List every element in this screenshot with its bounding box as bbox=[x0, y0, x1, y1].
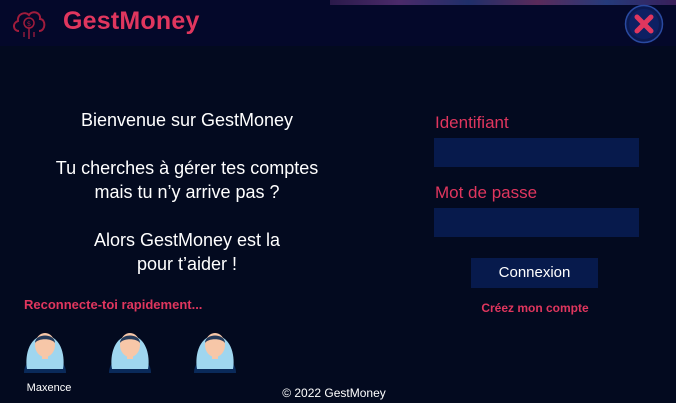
user-avatar-icon[interactable] bbox=[107, 327, 153, 375]
identifiant-label: Identifiant bbox=[435, 113, 509, 132]
welcome-line-4: Alors GestMoney est la bbox=[93, 230, 281, 250]
password-input[interactable] bbox=[434, 208, 639, 237]
connexion-button[interactable]: Connexion bbox=[471, 258, 598, 288]
user-avatar-icon[interactable] bbox=[22, 327, 68, 375]
identifiant-input[interactable] bbox=[434, 138, 639, 167]
close-x-icon bbox=[624, 4, 664, 44]
welcome-line-3: mais tu n’y arrive pas ? bbox=[94, 182, 280, 202]
money-cloud-icon: $ bbox=[10, 6, 48, 42]
create-account-link[interactable]: Créez mon compte bbox=[435, 301, 635, 315]
user-avatar-icon[interactable] bbox=[192, 327, 238, 375]
welcome-text: Bienvenue sur GestMoney Tu cherches à gé… bbox=[0, 108, 374, 276]
svg-text:$: $ bbox=[27, 20, 31, 28]
welcome-line-5: pour t’aider ! bbox=[136, 254, 238, 274]
password-label: Mot de passe bbox=[435, 183, 538, 202]
title-bar: $ GestMoney bbox=[0, 0, 676, 46]
close-button[interactable] bbox=[624, 4, 664, 44]
app-title: GestMoney bbox=[63, 7, 200, 35]
welcome-line-2: Tu cherches à gérer tes comptes bbox=[55, 158, 319, 178]
quick-reconnect-label: Reconnecte-toi rapidement... bbox=[24, 297, 203, 312]
welcome-line-1: Bienvenue sur GestMoney bbox=[80, 110, 294, 130]
footer-copyright: © 2022 GestMoney bbox=[282, 386, 386, 400]
